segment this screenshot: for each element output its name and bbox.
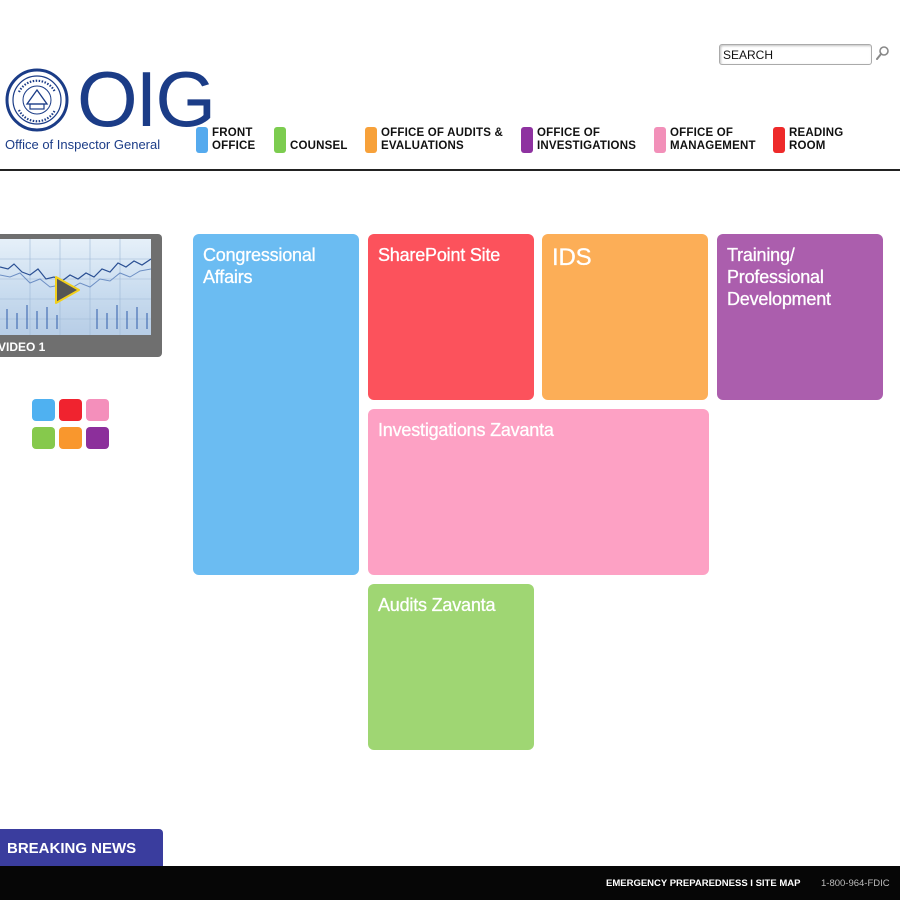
breaking-news-tab[interactable]: BREAKING NEWS [0,829,163,866]
nav-swatch [365,127,377,153]
nav-swatch [521,127,533,153]
video-player[interactable]: VIDEO 1 [0,234,162,357]
swatch-purple[interactable] [86,427,109,449]
color-swatch-grid [32,399,112,451]
swatch-green[interactable] [32,427,55,449]
magnifier-icon[interactable] [876,45,890,61]
nav-item-audits-evaluations[interactable]: OFFICE OF AUDITS & EVALUATIONS [365,127,503,157]
nav-label: FRONT OFFICE [212,127,256,152]
tile-title: Investigations Zavanta [378,420,554,440]
tile-title: IDS [552,244,592,271]
tile-audits-zavanta[interactable]: Audits Zavanta [368,584,534,750]
tile-title: Audits Zavanta [378,595,496,615]
tile-congressional-affairs[interactable]: Congressional Affairs [193,234,359,575]
tile-title: Training/ Professional Development [727,245,831,309]
fdic-seal-icon [5,68,69,132]
main-nav: FRONT OFFICE COUNSEL OFFICE OF AUDITS & EV… [0,127,900,157]
footer-bar: EMERGENCY PREPAREDNESS I SITE MAP 1-800-… [0,866,900,900]
swatch-red[interactable] [59,399,82,421]
nav-swatch [196,127,208,153]
nav-swatch [274,127,286,153]
swatch-blue[interactable] [32,399,55,421]
swatch-pink[interactable] [86,399,109,421]
tile-sharepoint-site[interactable]: SharePoint Site [368,234,534,400]
nav-label: OFFICE OF MANAGEMENT [670,127,756,152]
video-thumbnail[interactable] [0,239,151,335]
nav-label: COUNSEL [290,140,348,152]
play-icon[interactable] [52,275,82,305]
breaking-news-label: BREAKING NEWS [7,840,137,857]
nav-item-reading-room[interactable]: READING ROOM [773,127,843,157]
tile-training-professional-development[interactable]: Training/ Professional Development [717,234,883,400]
video-label: VIDEO 1 [0,340,46,354]
search-input[interactable] [719,44,872,65]
nav-swatch [654,127,666,153]
footer-phone: 1-800-964-FDIC [821,878,890,889]
nav-item-management[interactable]: OFFICE OF MANAGEMENT [654,127,756,157]
nav-swatch [773,127,785,153]
nav-item-investigations[interactable]: OFFICE OF INVESTIGATIONS [521,127,636,157]
nav-label: OFFICE OF AUDITS & EVALUATIONS [381,127,504,152]
header-divider [0,169,900,171]
nav-item-counsel[interactable]: COUNSEL [274,127,348,157]
footer-links[interactable]: EMERGENCY PREPAREDNESS I SITE MAP [606,878,800,889]
tile-ids[interactable]: IDS [542,234,708,400]
search-box [719,44,874,66]
swatch-orange[interactable] [59,427,82,449]
tile-investigations-zavanta[interactable]: Investigations Zavanta [368,409,709,575]
tile-title: SharePoint Site [378,245,501,265]
tile-title: Congressional Affairs [203,245,316,287]
nav-label: READING ROOM [789,127,844,152]
nav-label: OFFICE OF INVESTIGATIONS [537,127,637,152]
nav-item-front-office[interactable]: FRONT OFFICE [196,127,255,157]
